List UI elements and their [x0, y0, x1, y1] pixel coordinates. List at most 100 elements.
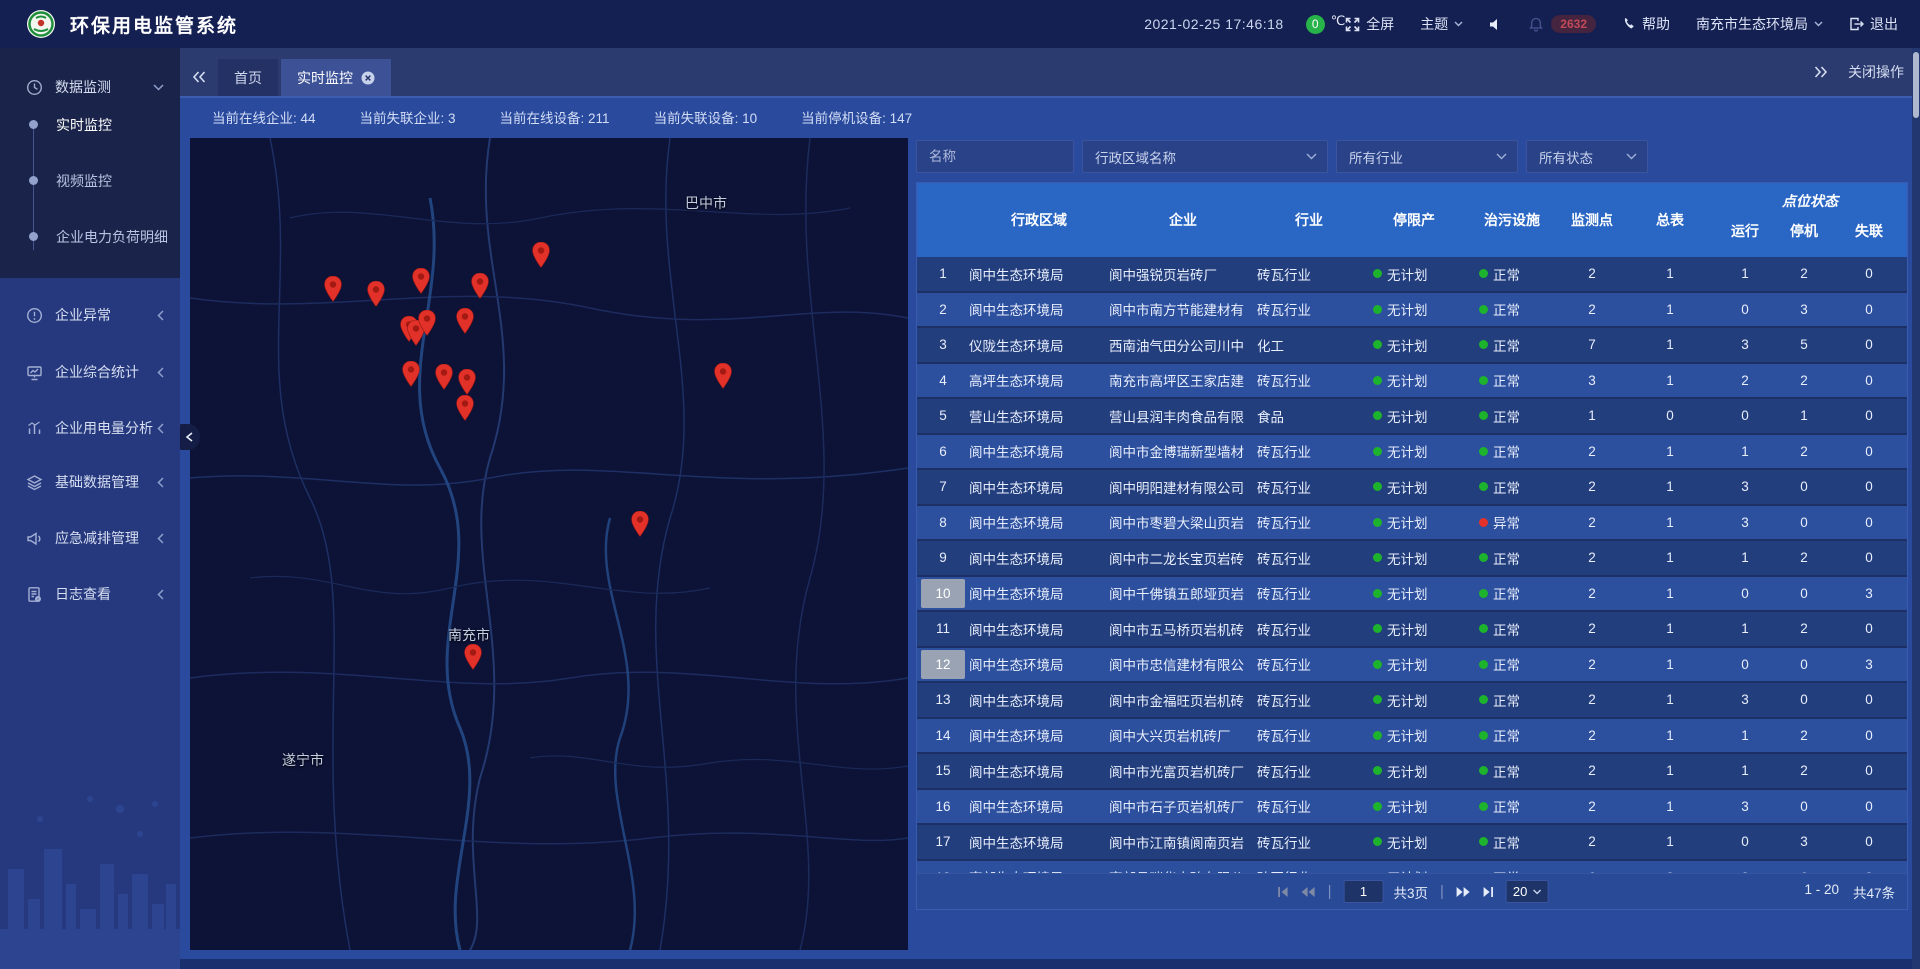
- tab-实时监控[interactable]: 实时监控: [281, 59, 391, 96]
- sidebar-item-企业异常[interactable]: 企业异常: [0, 294, 180, 336]
- stat-item: 当前在线设备: 211: [500, 107, 610, 127]
- app-logo-icon: [26, 9, 56, 39]
- map-pin[interactable]: [418, 310, 436, 336]
- sidebar-item-企业综合统计[interactable]: 企业综合统计: [0, 351, 180, 393]
- map-pin[interactable]: [402, 361, 420, 387]
- map-pin[interactable]: [367, 281, 385, 307]
- map-pin[interactable]: [714, 363, 732, 389]
- help-button[interactable]: 帮助: [1622, 14, 1670, 34]
- row-monitor-points-cell: 2: [1557, 657, 1627, 672]
- map-pin[interactable]: [435, 364, 453, 390]
- region-filter-select[interactable]: 行政区域名称: [1082, 140, 1328, 173]
- first-page-button[interactable]: [1276, 886, 1290, 898]
- status-label: 正常: [1493, 477, 1520, 497]
- notification-bell[interactable]: 2632: [1529, 15, 1596, 33]
- row-monitor-points-cell: 2: [1557, 266, 1627, 281]
- org-dropdown[interactable]: 南充市生态环境局: [1696, 14, 1823, 34]
- table-row[interactable]: 16阆中生态环境局阆中市石子页岩机砖厂砖瓦行业无计划正常21300: [917, 790, 1907, 826]
- sidebar-subitem-实时监控[interactable]: 实时监控: [0, 108, 180, 142]
- table-row[interactable]: 5营山生态环境局营山县润丰肉食品有限食品无计划正常10010: [917, 399, 1907, 435]
- status-filter-label: 所有状态: [1539, 147, 1593, 167]
- table-row[interactable]: 1阆中生态环境局阆中强锐页岩砖厂砖瓦行业无计划正常21120: [917, 257, 1907, 293]
- theme-dropdown[interactable]: 主题: [1420, 14, 1463, 34]
- table-row[interactable]: 2阆中生态环境局阆中市南方节能建材有砖瓦行业无计划正常21030: [917, 293, 1907, 329]
- page-scrollbar[interactable]: [1912, 48, 1920, 969]
- status-label: 无计划: [1387, 406, 1428, 426]
- map-pin[interactable]: [456, 395, 474, 421]
- fullscreen-button[interactable]: 全屏: [1345, 14, 1394, 34]
- sidebar-item-group-数据监测[interactable]: 数据监测: [0, 66, 180, 108]
- map-pin[interactable]: [532, 242, 550, 268]
- status-dot-icon: [1373, 305, 1382, 314]
- table-row[interactable]: 7阆中生态环境局阆中明阳建材有限公司砖瓦行业无计划正常21300: [917, 470, 1907, 506]
- map-canvas[interactable]: 巴中市南充市遂宁市: [190, 138, 908, 950]
- table-row[interactable]: 10阆中生态环境局阆中千佛镇五郎垭页岩砖瓦行业无计划正常21003: [917, 577, 1907, 613]
- tab-scroll-right-button[interactable]: [1814, 66, 1828, 78]
- page-size-select[interactable]: 20: [1506, 880, 1548, 903]
- logout-button[interactable]: 退出: [1849, 14, 1898, 34]
- next-page-button[interactable]: [1456, 886, 1472, 898]
- prev-page-button[interactable]: [1300, 886, 1316, 898]
- sidebar-item-基础数据管理[interactable]: 基础数据管理: [0, 461, 180, 503]
- row-disconnected-cell: 3: [1831, 586, 1907, 601]
- row-running-cell: 1: [1713, 728, 1777, 743]
- row-industry-cell: 砖瓦行业: [1257, 370, 1361, 390]
- table-row[interactable]: 14阆中生态环境局阆中大兴页岩机砖厂砖瓦行业无计划正常21120: [917, 719, 1907, 755]
- page-number-input[interactable]: [1344, 880, 1384, 903]
- sidebar-subitem-企业电力负荷明细[interactable]: 企业电力负荷明细: [0, 220, 180, 254]
- row-monitor-points-cell: 2: [1557, 799, 1627, 814]
- table-row[interactable]: 15阆中生态环境局阆中市光富页岩机砖厂砖瓦行业无计划正常21120: [917, 754, 1907, 790]
- table-row[interactable]: 4高坪生态环境局南充市高坪区王家店建砖瓦行业无计划正常31220: [917, 364, 1907, 400]
- table-row[interactable]: 12阆中生态环境局阆中市忠信建材有限公砖瓦行业无计划正常21003: [917, 648, 1907, 684]
- tab-首页[interactable]: 首页: [218, 59, 278, 96]
- row-stopped-cell: 2: [1777, 621, 1831, 636]
- sidebar-collapse-handle[interactable]: [178, 424, 200, 450]
- status-filter-select[interactable]: 所有状态: [1526, 140, 1648, 173]
- map-pin[interactable]: [631, 511, 649, 537]
- row-stopped-cell: 0: [1777, 657, 1831, 672]
- map-pin[interactable]: [464, 644, 482, 670]
- table-row[interactable]: 13阆中生态环境局阆中市金福旺页岩机砖砖瓦行业无计划正常21300: [917, 683, 1907, 719]
- table-row[interactable]: 6阆中生态环境局阆中市金博瑞新型墙材砖瓦行业无计划正常21120: [917, 435, 1907, 471]
- row-running-cell: 0: [1713, 834, 1777, 849]
- map-pin[interactable]: [412, 268, 430, 294]
- row-disconnected-cell: 0: [1831, 373, 1907, 388]
- name-filter-field[interactable]: [916, 140, 1074, 173]
- last-page-button[interactable]: [1482, 886, 1496, 898]
- sidebar-subitem-视频监控[interactable]: 视频监控: [0, 164, 180, 198]
- sidebar-item-日志查看[interactable]: 日志查看: [0, 573, 180, 615]
- row-stopped-cell: 5: [1777, 337, 1831, 352]
- map-pin[interactable]: [324, 276, 342, 302]
- region-filter-label: 行政区域名称: [1095, 147, 1176, 167]
- tab-scroll-left-button[interactable]: [180, 59, 218, 95]
- sidebar-item-应急减排管理[interactable]: 应急减排管理: [0, 517, 180, 559]
- status-label: 无计划: [1387, 690, 1428, 710]
- status-dot-icon: [1479, 624, 1488, 633]
- status-label: 无计划: [1387, 477, 1428, 497]
- row-treatment-status-cell: 正常: [1467, 299, 1557, 319]
- status-dot-icon: [1479, 305, 1488, 314]
- map-pin[interactable]: [471, 273, 489, 299]
- industry-filter-select[interactable]: 所有行业: [1336, 140, 1518, 173]
- page-scrollbar-thumb[interactable]: [1913, 52, 1919, 118]
- row-treatment-status-cell: 正常: [1467, 583, 1557, 603]
- row-monitor-points-cell: 2: [1557, 621, 1627, 636]
- row-running-cell: 3: [1713, 515, 1777, 530]
- table-row[interactable]: 11阆中生态环境局阆中市五马桥页岩机砖砖瓦行业无计划正常21120: [917, 612, 1907, 648]
- row-total-meters-cell: 1: [1627, 444, 1713, 459]
- map-pin[interactable]: [456, 308, 474, 334]
- row-monitor-points-cell: 2: [1557, 550, 1627, 565]
- table-row[interactable]: 8阆中生态环境局阆中市枣碧大梁山页岩砖瓦行业无计划异常21300: [917, 506, 1907, 542]
- map-pin[interactable]: [458, 369, 476, 395]
- name-filter-input[interactable]: [929, 149, 1063, 164]
- close-operations-dropdown[interactable]: 关闭操作: [1848, 62, 1904, 82]
- table-row[interactable]: 18南部生态环境局南部县瑞华土砖有限公砖瓦行业无计划正常60060: [917, 861, 1907, 874]
- volume-button[interactable]: [1489, 18, 1503, 31]
- sidebar-item-企业用电量分析[interactable]: 企业用电量分析: [0, 407, 180, 449]
- row-company-cell: 阆中市二龙长宝页岩砖: [1109, 548, 1257, 568]
- table-row[interactable]: 17阆中生态环境局阆中市江南镇阆南页岩砖瓦行业无计划正常21030: [917, 825, 1907, 861]
- row-region-cell: 阆中生态环境局: [969, 619, 1109, 639]
- table-row[interactable]: 9阆中生态环境局阆中市二龙长宝页岩砖砖瓦行业无计划正常21120: [917, 541, 1907, 577]
- table-row[interactable]: 3仪陇生态环境局西南油气田分公司川中化工无计划正常71350: [917, 328, 1907, 364]
- tab-close-icon[interactable]: [361, 71, 375, 85]
